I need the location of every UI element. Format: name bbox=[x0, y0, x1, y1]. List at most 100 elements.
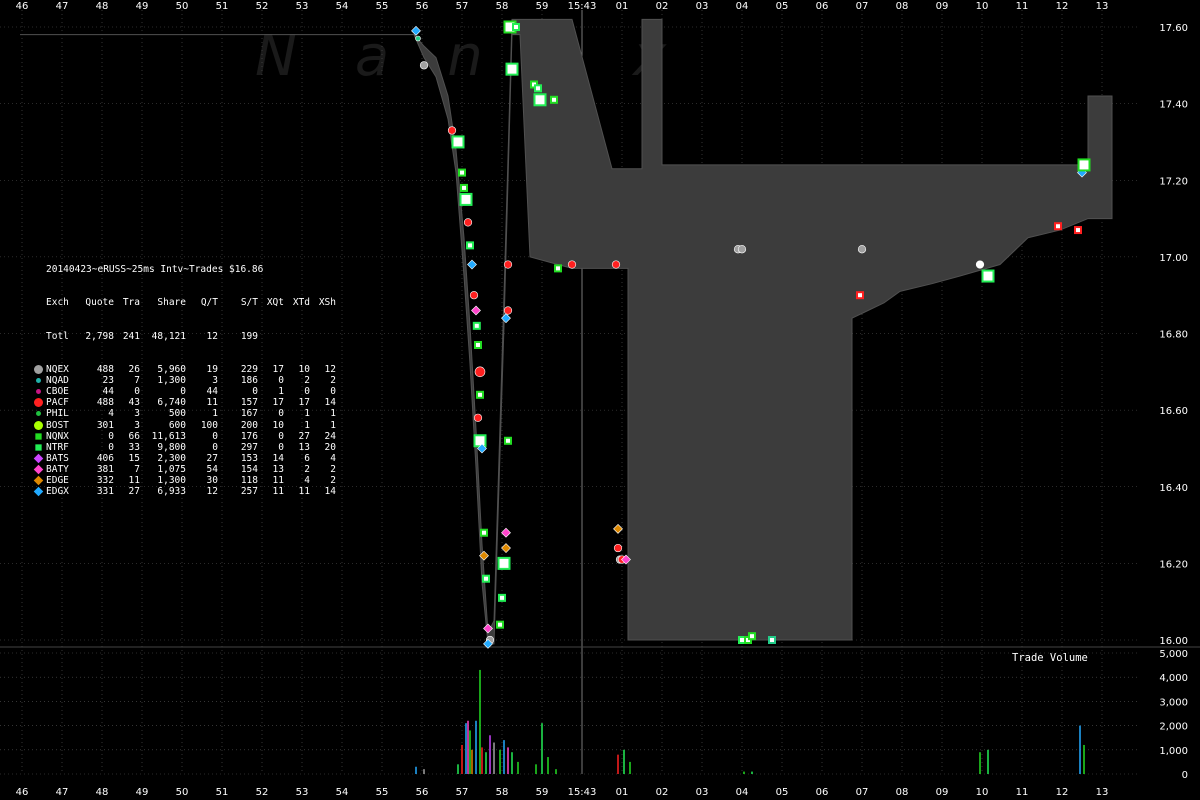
trade-marker-square bbox=[512, 23, 520, 31]
trade-marker-square bbox=[748, 632, 756, 641]
legend-cell: 381 bbox=[96, 463, 114, 475]
x-tick-label-bottom: 46 bbox=[16, 787, 29, 798]
legend-cell: 4 bbox=[108, 408, 114, 420]
x-tick-label-top: 51 bbox=[216, 1, 229, 12]
trade-marker-circle bbox=[473, 413, 483, 422]
legend-header-cell: Q/T bbox=[200, 297, 218, 309]
legend-cell: 11 bbox=[272, 474, 284, 486]
trade-marker-square bbox=[856, 291, 864, 300]
volume-bar bbox=[517, 761, 519, 774]
x-tick-label-top: 59 bbox=[536, 1, 549, 12]
trade-marker-diamond bbox=[501, 527, 511, 538]
legend-cell: 4 bbox=[330, 452, 336, 464]
trade-marker-circle bbox=[975, 260, 985, 269]
legend-cell: 0 bbox=[304, 386, 310, 398]
legend-cell: 1 bbox=[330, 419, 336, 431]
legend-cell: 26 bbox=[128, 364, 140, 376]
exchange-legend: 20140423~eRUSS~25ms Intv~Trades $16.86 E… bbox=[33, 242, 336, 519]
legend-cell: 0 bbox=[330, 386, 336, 398]
x-tick-label-bottom: 04 bbox=[736, 787, 749, 798]
volume-bar bbox=[743, 771, 745, 774]
legend-cell: 1,075 bbox=[157, 463, 186, 475]
legend-cell: BOST bbox=[46, 419, 69, 431]
volume-tick-label: 1,000 bbox=[1159, 746, 1188, 757]
legend-cell: 24 bbox=[324, 430, 336, 442]
legend-cell: 27 bbox=[128, 486, 140, 498]
x-tick-label-bottom: 01 bbox=[616, 787, 629, 798]
legend-cell: 19 bbox=[206, 364, 218, 376]
legend-cell: 2 bbox=[330, 463, 336, 475]
legend-cell: 12 bbox=[324, 364, 336, 376]
legend-cell: 17 bbox=[298, 397, 310, 409]
trade-marker-square bbox=[1054, 222, 1062, 231]
legend-cell: 0 bbox=[108, 441, 114, 453]
volume-bar bbox=[507, 747, 509, 774]
x-tick-label-top: 07 bbox=[856, 1, 869, 12]
volume-bar bbox=[511, 752, 513, 774]
x-tick-label-bottom: 05 bbox=[776, 787, 789, 798]
legend-cell: 0 bbox=[252, 386, 258, 398]
x-tick-label-bottom: 10 bbox=[976, 787, 989, 798]
legend-row: NQEX 488 26 5,960 19 229 17 10 12 bbox=[34, 364, 336, 376]
volume-bar bbox=[555, 769, 557, 774]
volume-bar bbox=[475, 720, 477, 774]
legend-total: Totl 2,798 241 48,121 12 199 bbox=[46, 331, 336, 342]
volume-bar bbox=[1083, 744, 1085, 774]
trade-marker-square bbox=[480, 528, 488, 537]
legend-cell: 1,300 bbox=[157, 474, 186, 486]
legend-cell: 27 bbox=[298, 430, 310, 442]
legend-cell: 0 bbox=[212, 430, 218, 442]
legend-cell: NQEX bbox=[46, 364, 69, 376]
legend-cell: NQNX bbox=[46, 430, 69, 442]
x-tick-label-bottom: 54 bbox=[336, 787, 349, 798]
legend-total-cell: 48,121 bbox=[151, 330, 186, 342]
legend-cell: 1 bbox=[278, 386, 284, 398]
x-tick-label-bottom: 12 bbox=[1056, 787, 1069, 798]
volume-bar bbox=[469, 730, 471, 774]
trade-marker-circle bbox=[503, 260, 513, 269]
legend-cell: 1 bbox=[304, 408, 310, 420]
trade-marker-circle bbox=[469, 291, 479, 300]
legend-row: PACF 488 43 6,740 11 157 17 17 14 bbox=[34, 397, 336, 409]
legend-cell: 14 bbox=[324, 397, 336, 409]
legend-header-cell: Tra bbox=[122, 297, 140, 309]
x-tick-label-top: 04 bbox=[736, 1, 749, 12]
legend-cell: 3 bbox=[134, 419, 140, 431]
legend-cell: 257 bbox=[240, 486, 258, 498]
x-tick-label-bottom: 50 bbox=[176, 787, 189, 798]
x-tick-label-bottom: 59 bbox=[536, 787, 549, 798]
x-tick-label-top: 01 bbox=[616, 1, 629, 12]
x-tick-label-bottom: 51 bbox=[216, 787, 229, 798]
x-tick-label-top: 58 bbox=[496, 1, 509, 12]
volume-bar bbox=[623, 749, 625, 774]
legend-cell: 0 bbox=[134, 386, 140, 398]
trade-marker-square bbox=[473, 434, 487, 448]
legend-total-cell: Totl bbox=[46, 330, 69, 342]
legend-cell: 0 bbox=[278, 430, 284, 442]
x-tick-label-top: 10 bbox=[976, 1, 989, 12]
trade-marker-circle bbox=[611, 260, 621, 269]
x-tick-label-top: 11 bbox=[1016, 1, 1029, 12]
x-tick-label-top: 08 bbox=[896, 1, 909, 12]
x-tick-label-bottom: 53 bbox=[296, 787, 309, 798]
trade-marker-square bbox=[497, 556, 511, 570]
legend-marker-icon bbox=[34, 365, 43, 375]
legend-cell: 11 bbox=[206, 397, 218, 409]
legend-cell: CBOE bbox=[46, 386, 69, 398]
trade-marker-circle bbox=[415, 35, 421, 42]
x-tick-label-bottom: 13 bbox=[1096, 787, 1109, 798]
legend-marker-icon bbox=[35, 432, 42, 440]
trade-marker-square bbox=[472, 321, 481, 330]
legend-cell: 488 bbox=[96, 364, 114, 376]
trade-marker-square bbox=[460, 183, 468, 192]
trade-marker-diamond bbox=[471, 305, 481, 316]
legend-row: BOST 301 3 600 100 200 10 1 1 bbox=[34, 419, 336, 431]
trade-marker-circle bbox=[447, 126, 457, 135]
volume-bar bbox=[541, 723, 543, 774]
volume-title: Trade Volume bbox=[1012, 652, 1088, 664]
x-tick-label-bottom: 56 bbox=[416, 787, 429, 798]
y-tick-label: 16.60 bbox=[1159, 406, 1188, 417]
trade-marker-square bbox=[768, 636, 776, 644]
volume-tick-label: 3,000 bbox=[1159, 697, 1188, 708]
legend-cell: 10 bbox=[298, 364, 310, 376]
